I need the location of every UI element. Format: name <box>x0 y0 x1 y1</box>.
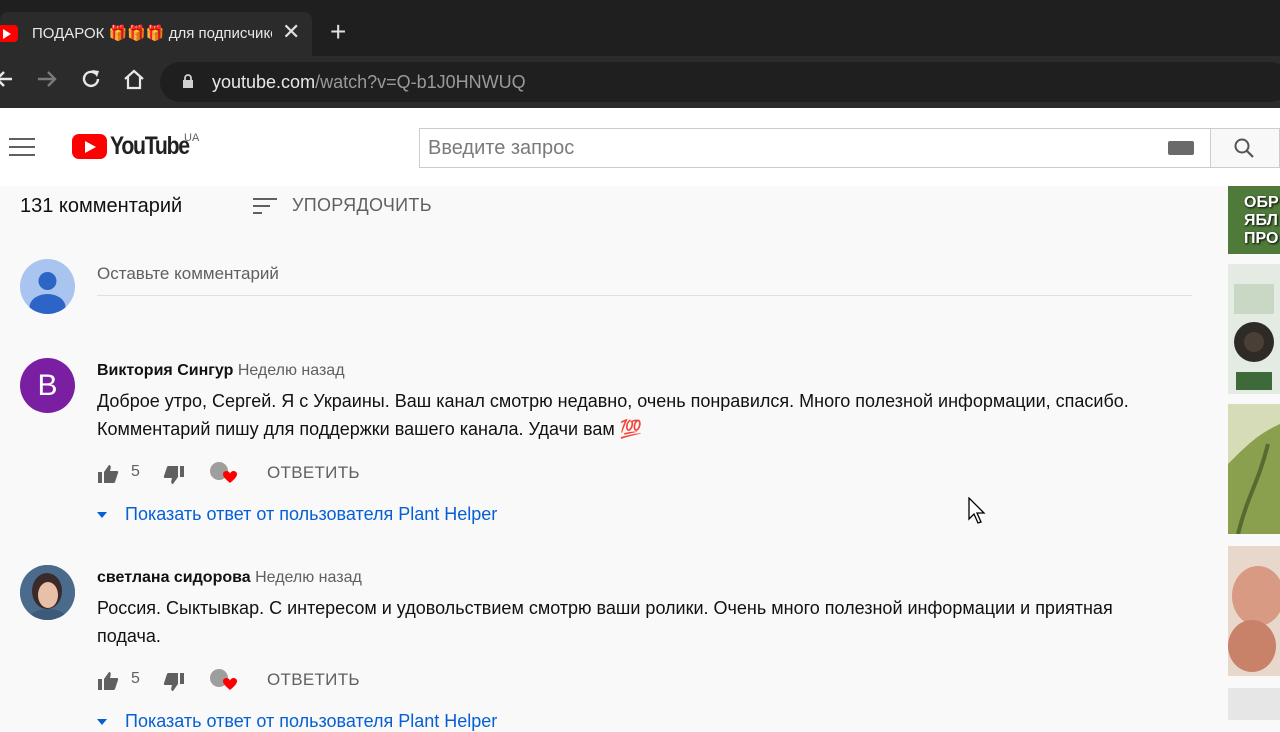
reload-icon[interactable] <box>80 68 102 95</box>
add-comment-input[interactable]: Оставьте комментарий <box>97 264 1192 296</box>
user-photo <box>20 565 75 620</box>
thumbs-up-icon[interactable] <box>97 671 119 691</box>
creator-heart-icon <box>210 462 237 483</box>
show-replies-button[interactable]: Показать ответ от пользователя Plant Hel… <box>97 504 497 525</box>
address-bar[interactable]: youtube.com/watch?v=Q-b1J0HNWUQ <box>160 62 1280 102</box>
comment-count: 131 комментарий <box>20 195 183 217</box>
video-thumbnail[interactable] <box>1228 404 1280 534</box>
url-text: youtube.com/watch?v=Q-b1J0HNWUQ <box>212 72 526 93</box>
like-count: 5 <box>131 463 140 480</box>
search-input[interactable] <box>420 129 1160 167</box>
plus-icon[interactable]: + <box>330 18 346 46</box>
avatar[interactable] <box>20 565 75 620</box>
thumbs-down-icon[interactable] <box>163 672 185 692</box>
comments-section: 131 комментарий УПОРЯДОЧИТЬ Оставьте ком… <box>0 186 1228 731</box>
video-thumbnail[interactable]: ОБР ЯБЛ ПРО <box>1228 186 1280 254</box>
youtube-wordmark[interactable]: YouTube <box>110 132 190 161</box>
show-replies-label: Показать ответ от пользователя Plant Hel… <box>125 504 498 524</box>
show-replies-button[interactable]: Показать ответ от пользователя Plant Hel… <box>97 711 497 732</box>
thumbnail-image <box>1228 546 1280 676</box>
back-icon[interactable] <box>0 68 14 95</box>
comment-time[interactable]: Неделю назад <box>255 569 362 586</box>
comment-header: светлана сидорова Неделю назад <box>97 569 362 587</box>
like-count: 5 <box>131 670 140 687</box>
keyboard-icon[interactable] <box>1168 141 1194 155</box>
sort-button[interactable]: УПОРЯДОЧИТЬ <box>292 195 432 216</box>
author-name[interactable]: светлана сидорова <box>97 569 251 586</box>
reply-button[interactable]: ОТВЕТИТЬ <box>267 463 360 483</box>
comment-time[interactable]: Неделю назад <box>238 362 345 379</box>
comment-header: Виктория Сингур Неделю назад <box>97 362 345 380</box>
mouse-cursor-icon <box>968 497 986 524</box>
thumbs-down-icon[interactable] <box>163 465 185 485</box>
avatar <box>20 259 75 314</box>
lock-icon <box>183 74 193 88</box>
comment-text: Россия. Сыктывкар. С интересом и удоволь… <box>97 598 1113 646</box>
youtube-favicon-icon <box>0 25 18 42</box>
creator-heart-icon <box>210 669 237 690</box>
menu-icon[interactable] <box>9 138 35 158</box>
browser-toolbar: youtube.com/watch?v=Q-b1J0HNWUQ <box>0 56 1280 108</box>
thumbnail-text: ОБР ЯБЛ ПРО <box>1244 194 1279 247</box>
caret-down-icon <box>97 719 107 726</box>
video-thumbnail[interactable] <box>1228 546 1280 676</box>
video-thumbnail[interactable] <box>1228 264 1280 394</box>
forward-icon[interactable] <box>36 68 58 95</box>
show-replies-label: Показать ответ от пользователя Plant Hel… <box>125 711 498 731</box>
search-button[interactable] <box>1210 128 1280 168</box>
reply-button[interactable]: ОТВЕТИТЬ <box>267 670 360 690</box>
video-thumbnail[interactable] <box>1228 688 1280 720</box>
browser-tab[interactable]: ПОДАРОК 🎁🎁🎁 для подписчиков ✕ <box>0 12 312 56</box>
sort-icon[interactable] <box>252 197 278 215</box>
tab-title: ПОДАРОК 🎁🎁🎁 для подписчиков <box>32 25 272 42</box>
search-icon <box>1234 138 1254 158</box>
avatar[interactable]: В <box>20 358 75 413</box>
browser-tab-bar: ПОДАРОК 🎁🎁🎁 для подписчиков ✕ + <box>0 0 1280 60</box>
url-host: youtube.com <box>212 72 316 92</box>
region-label: UA <box>184 132 200 144</box>
user-icon <box>29 272 66 314</box>
thumbnail-image <box>1228 264 1280 394</box>
caret-down-icon <box>97 512 107 519</box>
comment-text: Доброе утро, Сергей. Я с Украины. Ваш ка… <box>97 391 1129 439</box>
home-icon[interactable] <box>122 68 146 95</box>
youtube-header: YouTube UA <box>0 108 1280 186</box>
url-path: /watch?v=Q-b1J0HNWUQ <box>315 72 526 92</box>
thumbnail-image <box>1228 404 1280 534</box>
search-box <box>419 128 1211 168</box>
youtube-logo-icon[interactable] <box>72 134 107 159</box>
close-icon[interactable]: ✕ <box>282 21 300 43</box>
thumbs-up-icon[interactable] <box>97 464 119 484</box>
author-name[interactable]: Виктория Сингур <box>97 362 233 379</box>
